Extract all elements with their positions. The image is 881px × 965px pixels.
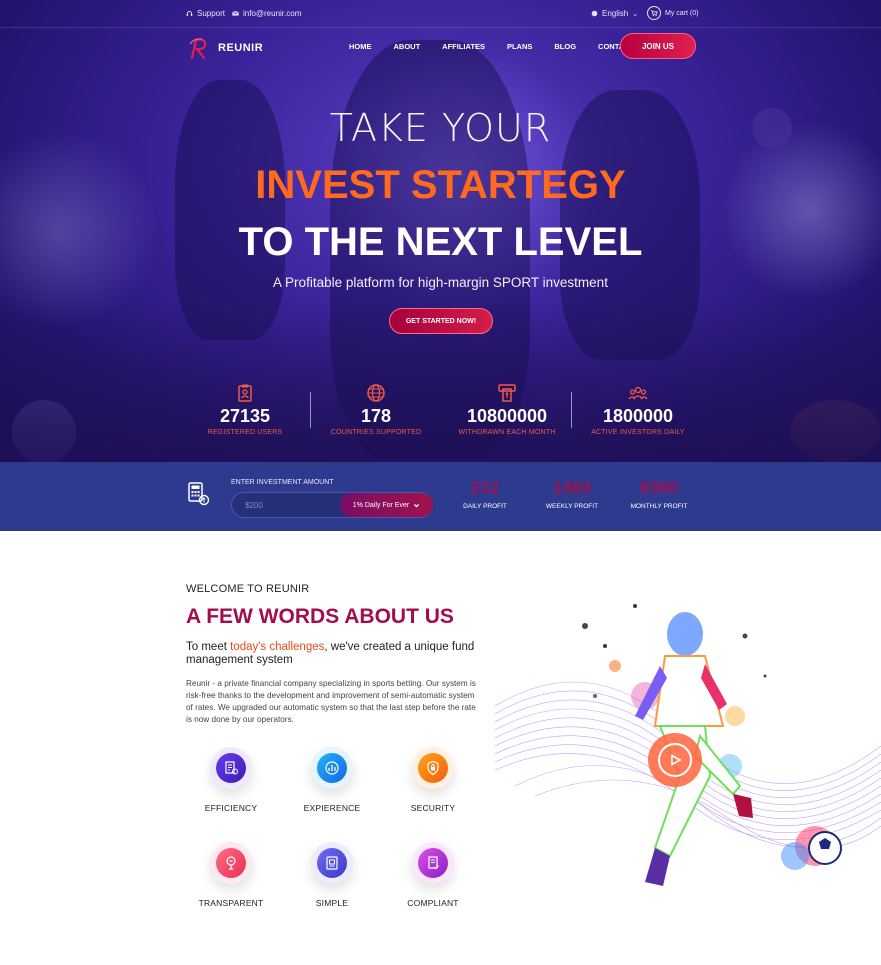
nav-blog[interactable]: BLOG: [554, 42, 576, 51]
globe-icon: [367, 384, 385, 402]
cart-link[interactable]: My cart (0): [647, 6, 698, 20]
support-link[interactable]: Support: [186, 9, 225, 18]
hero-headline-line3: TO THE NEXT LEVEL: [238, 220, 643, 264]
profit-label: WEEKLY PROFIT: [545, 503, 599, 510]
hero-headline-line2: INVEST STARTEGY: [255, 163, 626, 207]
about-lead: To meet today's challenges, we've create…: [186, 641, 486, 667]
security-icon: [412, 747, 454, 789]
hero-section: Support info@reunir.com English ⌄ My car…: [0, 0, 881, 462]
profit-label: MONTHLY PROFIT: [630, 503, 688, 510]
profit-value: 1484: [553, 478, 591, 497]
stat-value: 27135: [219, 406, 271, 426]
feature-experience: EXPIERENCE: [287, 747, 377, 813]
feature-efficiency: EFFICIENCY: [186, 747, 276, 813]
hero-headline-line1: TAKE YOUR: [329, 106, 552, 150]
lead-highlight: today's challenges: [230, 641, 325, 653]
monthly-profit: 6360 MONTHLY PROFIT: [619, 478, 699, 510]
email-text: info@reunir.com: [243, 9, 302, 18]
email-link[interactable]: info@reunir.com: [232, 9, 301, 18]
investment-amount-placeholder: $200: [245, 501, 263, 510]
calculator-icon: [188, 482, 210, 506]
stat-active-investors: 1800000 ACTIVE INVESTORS DAILY: [568, 380, 708, 436]
profit-value: 6360: [640, 478, 678, 497]
stat-registered-users: 27135 REGISTERED USERS: [175, 380, 315, 436]
feature-label: TRANSPARENT: [198, 898, 264, 908]
transparent-icon: [210, 842, 252, 884]
language-selector[interactable]: English ⌄: [591, 9, 638, 18]
reunir-logo-icon: [189, 38, 207, 60]
stat-withdrawn: 10800000 WITHDRAWN EACH MONTH: [437, 380, 577, 436]
main-nav: REUNIR HOME ABOUT AFFILIATES PLANS BLOG …: [0, 28, 881, 64]
top-bar: Support info@reunir.com English ⌄ My car…: [0, 0, 881, 28]
investment-amount-label: ENTER INVESTMENT AMOUNT: [231, 479, 334, 486]
play-icon: [658, 743, 692, 777]
stat-divider: [571, 392, 572, 428]
simple-icon: [311, 842, 353, 884]
nav-about[interactable]: ABOUT: [394, 42, 421, 51]
experience-icon: [311, 747, 353, 789]
chevron-down-icon: [414, 503, 420, 507]
join-us-button[interactable]: JOIN US: [620, 33, 696, 59]
cart-icon: [647, 6, 661, 20]
about-body: Reunir - a private financial company spe…: [186, 679, 476, 724]
feature-label: EXPIERENCE: [303, 803, 361, 813]
plan-select[interactable]: 1% Daily For Ever: [340, 493, 433, 517]
stat-countries: 178 COUNTRIES SUPPORTED: [306, 380, 446, 436]
stat-divider: [310, 392, 311, 428]
cart-label: My cart (0): [665, 9, 699, 17]
lead-text: To meet: [186, 641, 231, 653]
stat-value: 1800000: [602, 406, 674, 426]
stat-label: WITHDRAWN EACH MONTH: [458, 429, 556, 436]
investors-group-icon: [628, 386, 648, 400]
stat-value: 10800000: [466, 406, 548, 426]
feature-label: EFFICIENCY: [204, 803, 258, 813]
daily-profit: 212 DAILY PROFIT: [445, 478, 525, 510]
clipboard-user-icon: [238, 384, 252, 402]
get-started-button[interactable]: GET STARTED NOW!: [389, 308, 493, 334]
brand-name: REUNIR: [218, 42, 264, 54]
feature-compliant: COMPLIANT: [388, 842, 478, 908]
atm-withdraw-icon: [498, 384, 516, 402]
feature-label: SIMPLE: [315, 898, 349, 908]
stat-value: 178: [360, 406, 392, 426]
feature-label: COMPLIANT: [407, 898, 459, 908]
plan-selected-value: 1% Daily For Ever: [352, 501, 410, 509]
globe-icon: [591, 10, 598, 17]
nav-links: HOME ABOUT AFFILIATES PLANS BLOG CONTACT: [349, 42, 656, 51]
efficiency-icon: [210, 747, 252, 789]
about-title: A FEW WORDS ABOUT US: [186, 605, 454, 628]
brand-logo[interactable]: REUNIR: [188, 36, 263, 60]
chevron-down-icon: ⌄: [632, 10, 639, 18]
profit-calculator: ENTER INVESTMENT AMOUNT $200 1% Daily Fo…: [0, 462, 881, 531]
feature-transparent: TRANSPARENT: [186, 842, 276, 908]
nav-affiliates[interactable]: AFFILIATES: [442, 42, 485, 51]
compliant-icon: [412, 842, 454, 884]
nav-plans[interactable]: PLANS: [507, 42, 532, 51]
nav-home[interactable]: HOME: [349, 42, 372, 51]
headset-icon: [186, 10, 193, 16]
landing-page: Support info@reunir.com English ⌄ My car…: [0, 0, 881, 965]
stat-label: ACTIVE INVESTORS DAILY: [591, 429, 685, 436]
profit-value: 212: [470, 478, 500, 497]
stat-label: REGISTERED USERS: [207, 429, 283, 436]
language-label: English: [602, 9, 629, 18]
hero-subtitle: A Profitable platform for high-margin SP…: [273, 275, 608, 290]
support-label: Support: [197, 9, 226, 18]
play-video-button[interactable]: [648, 733, 702, 787]
stats-row: 27135 REGISTERED USERS 178 COUNTRIES SUP…: [0, 380, 881, 450]
feature-security: SECURITY: [388, 747, 478, 813]
about-section: WELCOME TO REUNIR A FEW WORDS ABOUT US T…: [0, 531, 881, 965]
welcome-heading: WELCOME TO REUNIR: [186, 583, 310, 595]
weekly-profit: 1484 WEEKLY PROFIT: [532, 478, 612, 510]
stat-label: COUNTRIES SUPPORTED: [330, 429, 422, 436]
profit-label: DAILY PROFIT: [463, 503, 507, 510]
feature-simple: SIMPLE: [287, 842, 377, 908]
feature-label: SECURITY: [410, 803, 456, 813]
envelope-icon: [232, 11, 239, 16]
